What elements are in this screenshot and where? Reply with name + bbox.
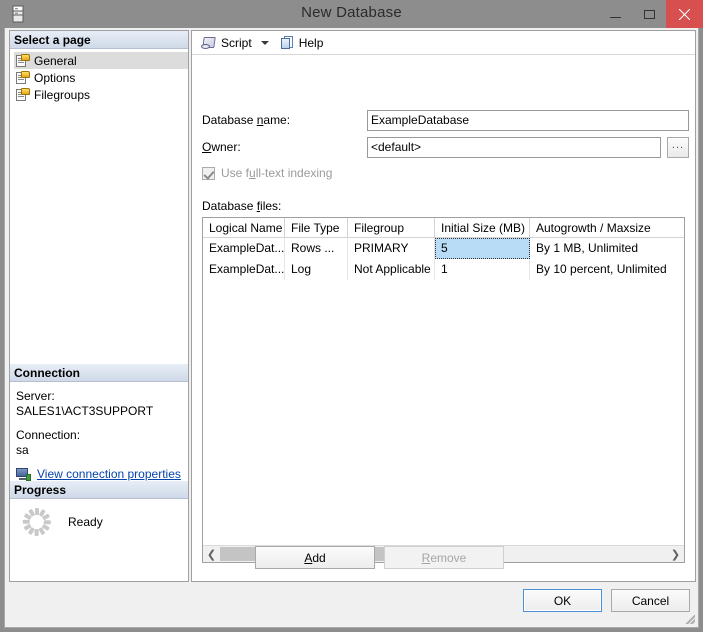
grid-cell-logical-name[interactable]: ExampleDat... xyxy=(203,259,285,280)
help-icon xyxy=(280,35,295,50)
network-computer-icon xyxy=(16,467,32,482)
database-name-input[interactable] xyxy=(367,109,689,131)
grid-cell-file-type[interactable]: Rows ... xyxy=(285,238,348,259)
grid-column-header[interactable]: Autogrowth / Maxsize xyxy=(530,218,684,237)
grid-cell-autogrowth[interactable]: By 1 MB, Unlimited xyxy=(530,238,684,259)
grid-cell-initial-size[interactable]: 5 xyxy=(435,238,530,259)
fulltext-indexing-row: Use full-text indexing xyxy=(202,166,332,180)
sidebar-item-label: General xyxy=(34,53,77,68)
maximize-button[interactable] xyxy=(632,0,666,28)
script-icon xyxy=(201,36,217,50)
fulltext-indexing-checkbox xyxy=(202,166,215,180)
grid-cell-file-type[interactable]: Log xyxy=(285,259,348,280)
dialog-client-area: Select a page General Options Filegroups… xyxy=(4,28,699,628)
sidebar-item-label: Options xyxy=(34,70,76,85)
loading-spinner-icon xyxy=(22,507,52,537)
owner-row: Owner: ... xyxy=(202,136,689,158)
title-bar: New Database xyxy=(0,0,703,28)
remove-button: Remove xyxy=(384,546,504,569)
sidebar-item-label: Filegroups xyxy=(34,87,91,102)
close-button[interactable] xyxy=(666,0,703,28)
progress-header: Progress xyxy=(10,481,188,499)
fulltext-indexing-label: Use full-text indexing xyxy=(221,166,333,180)
table-row[interactable]: ExampleDat... Log Not Applicable 1 By 10… xyxy=(203,259,684,280)
grid-cell-initial-size[interactable]: 1 xyxy=(435,259,530,280)
chevron-left-icon[interactable]: ❮ xyxy=(203,546,220,562)
ok-button[interactable]: OK xyxy=(523,589,602,612)
database-name-row: Database name: xyxy=(202,109,689,131)
page-icon xyxy=(16,87,30,102)
grid-column-header[interactable]: Filegroup xyxy=(348,218,435,237)
grid-cell-filegroup[interactable]: PRIMARY xyxy=(348,238,435,259)
grid-column-header[interactable]: Initial Size (MB) xyxy=(435,218,530,237)
sidebar-item-options[interactable]: Options xyxy=(14,69,188,86)
progress-section: Progress Ready xyxy=(10,481,188,537)
new-database-dialog: New Database Select a page General Optio… xyxy=(0,0,703,632)
grid-column-header[interactable]: File Type xyxy=(285,218,348,237)
page-icon xyxy=(16,53,30,68)
grid-header-row: Logical Name File Type Filegroup Initial… xyxy=(203,218,684,238)
minimize-icon xyxy=(609,16,621,18)
connection-section: Connection Server: SALES1\ACT3SUPPORT Co… xyxy=(10,364,188,482)
chevron-down-icon[interactable] xyxy=(260,40,269,45)
connection-label: Connection: xyxy=(16,428,81,442)
owner-label: Owner: xyxy=(202,140,241,154)
cancel-button[interactable]: Cancel xyxy=(611,589,690,612)
owner-browse-button[interactable]: ... xyxy=(667,136,689,158)
resize-grip[interactable] xyxy=(683,612,695,624)
view-connection-properties-link[interactable]: View connection properties xyxy=(37,467,181,482)
page-list: General Options Filegroups xyxy=(10,49,188,103)
select-page-header: Select a page xyxy=(10,31,188,49)
script-button[interactable]: Script xyxy=(198,33,255,53)
server-value: SALES1\ACT3SUPPORT xyxy=(16,404,154,418)
table-row[interactable]: ExampleDat... Rows ... PRIMARY 5 By 1 MB… xyxy=(203,238,684,259)
database-name-label: Database name: xyxy=(202,113,291,127)
grid-column-header[interactable]: Logical Name xyxy=(203,218,285,237)
sidebar-item-general[interactable]: General xyxy=(14,52,188,69)
progress-status: Ready xyxy=(68,515,103,529)
grid-cell-autogrowth[interactable]: By 10 percent, Unlimited xyxy=(530,259,684,280)
general-page-pane: Script Help Database name: ExampleDataba… xyxy=(191,30,696,582)
database-files-grid[interactable]: Logical Name File Type Filegroup Initial… xyxy=(202,217,685,563)
chevron-right-icon[interactable]: ❯ xyxy=(667,546,684,562)
database-files-label: Database files: xyxy=(202,199,282,213)
grid-cell-logical-name[interactable]: ExampleDat... xyxy=(203,238,285,259)
minimize-button[interactable] xyxy=(598,0,632,28)
connection-header: Connection xyxy=(10,364,188,382)
page-icon xyxy=(16,70,30,85)
add-button[interactable]: Add xyxy=(255,546,375,569)
maximize-icon xyxy=(643,9,655,19)
dialog-toolbar: Script Help xyxy=(192,31,695,55)
owner-input[interactable] xyxy=(367,136,661,158)
select-page-pane: Select a page General Options Filegroups… xyxy=(9,30,189,582)
sidebar-item-filegroups[interactable]: Filegroups xyxy=(14,86,188,103)
server-label: Server: xyxy=(16,389,55,403)
grid-cell-filegroup[interactable]: Not Applicable xyxy=(348,259,435,280)
help-label: Help xyxy=(298,35,324,50)
help-button[interactable]: Help xyxy=(277,33,327,53)
connection-value: sa xyxy=(16,443,29,457)
script-label: Script xyxy=(221,35,252,50)
